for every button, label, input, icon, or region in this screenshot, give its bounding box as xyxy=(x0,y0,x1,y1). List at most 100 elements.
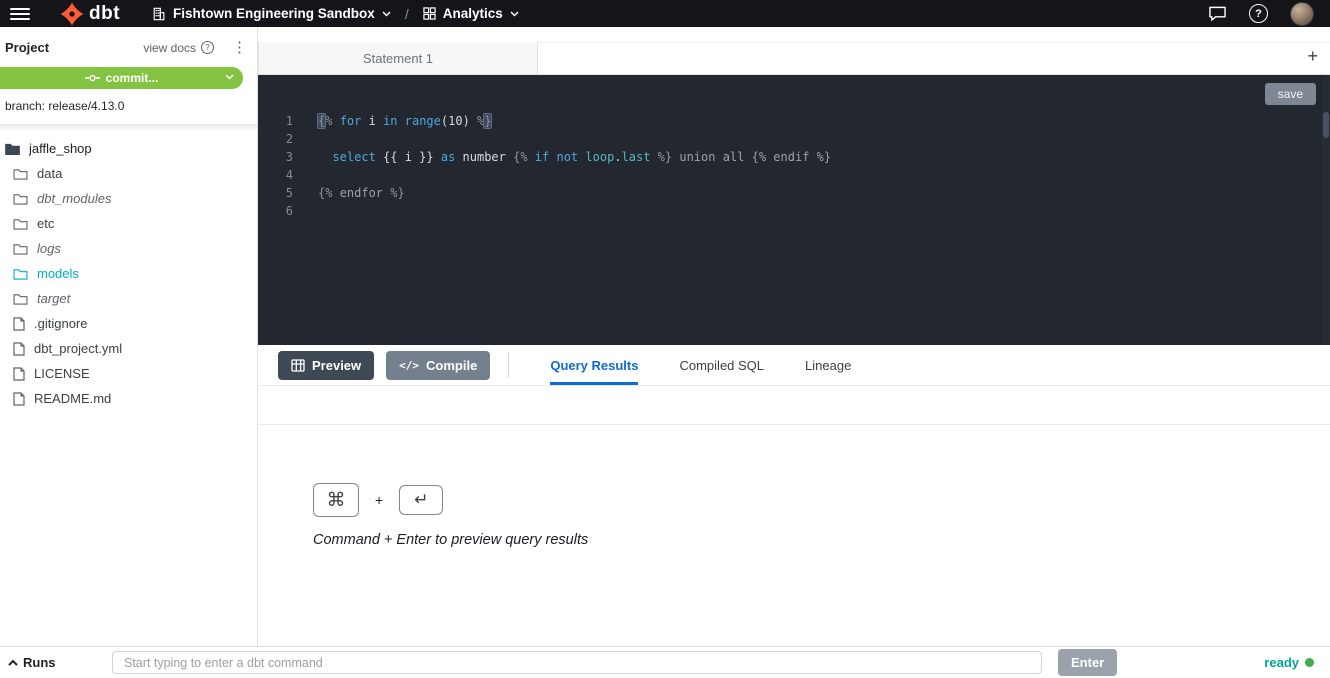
tree-item-data[interactable]: data xyxy=(0,161,257,186)
code-token: . xyxy=(614,150,621,164)
results-toolbar: Preview </> Compile Query Results Compil… xyxy=(258,345,1330,386)
chat-icon[interactable] xyxy=(1208,5,1227,22)
folder-open-icon xyxy=(5,143,20,155)
sidebar-title: Project xyxy=(5,40,49,55)
code-token xyxy=(744,150,751,164)
menu-icon[interactable] xyxy=(10,5,30,23)
avatar[interactable] xyxy=(1290,2,1314,26)
divider xyxy=(508,352,509,378)
code-token: not xyxy=(556,150,578,164)
tree-item-etc[interactable]: etc xyxy=(0,211,257,236)
code-editor[interactable]: save 123456 {% for i in range(10) %} sel… xyxy=(258,75,1330,345)
code-line: select {{ i }} as number {% if not loop.… xyxy=(318,148,831,166)
help-icon[interactable]: ? xyxy=(1249,4,1268,23)
git-commit-icon xyxy=(85,73,100,83)
code-line xyxy=(318,130,831,148)
tree-item-gitignore[interactable]: .gitignore xyxy=(0,311,257,336)
code-line xyxy=(318,166,831,184)
kebab-menu-icon[interactable]: ⋮ xyxy=(232,40,247,55)
tab-statement-1[interactable]: Statement 1 xyxy=(258,42,538,74)
chevron-up-icon xyxy=(8,659,18,666)
code-token: as xyxy=(441,150,455,164)
new-tab-button[interactable]: + xyxy=(1307,47,1318,65)
code-token: %} xyxy=(383,186,405,200)
enter-button[interactable]: Enter xyxy=(1058,649,1117,676)
building-icon xyxy=(152,7,166,21)
tree-item-dbt-project-yml[interactable]: dbt_project.yml xyxy=(0,336,257,361)
file-icon xyxy=(13,317,25,331)
code-token: {{ i }} xyxy=(376,150,441,164)
divider xyxy=(0,124,257,132)
tree-item-jaffle-shop[interactable]: jaffle_shop xyxy=(0,136,257,161)
tab-lineage[interactable]: Lineage xyxy=(805,345,851,385)
tree-item-dbt-modules[interactable]: dbt_modules xyxy=(0,186,257,211)
file-icon xyxy=(13,367,25,381)
commit-button[interactable]: commit... xyxy=(0,67,243,89)
grid-icon xyxy=(423,7,436,20)
code-token: {% xyxy=(318,186,340,200)
project-name: Analytics xyxy=(443,6,503,21)
editor-scrollbar-thumb[interactable] xyxy=(1323,112,1329,138)
folder-icon xyxy=(13,268,28,280)
code-token: i xyxy=(361,114,383,128)
code-token: {% endif %} xyxy=(752,150,831,164)
code-token: union all xyxy=(679,150,744,164)
plus-separator: + xyxy=(375,492,383,508)
line-number: 6 xyxy=(258,202,293,220)
preview-button[interactable]: Preview xyxy=(278,351,374,380)
enter-keycap-icon: ↵ xyxy=(399,485,443,515)
tree-item-target[interactable]: target xyxy=(0,286,257,311)
editor-scrollbar-track[interactable] xyxy=(1322,75,1330,345)
commit-dropdown-chevron-icon[interactable] xyxy=(225,74,234,80)
view-docs-link[interactable]: view docs ? xyxy=(143,41,214,55)
folder-icon xyxy=(13,293,28,305)
code-brackets-icon: </> xyxy=(399,359,419,372)
chevron-down-icon xyxy=(382,11,391,17)
save-button[interactable]: save xyxy=(1265,83,1316,105)
results-content: ⌘ + ↵ Command + Enter to preview query r… xyxy=(258,425,1330,646)
code-line xyxy=(318,202,831,220)
tree-item-models[interactable]: models xyxy=(0,261,257,286)
docs-icon: ? xyxy=(201,41,214,54)
code-token: if xyxy=(535,150,549,164)
tab-query-results[interactable]: Query Results xyxy=(550,345,638,385)
line-number: 2 xyxy=(258,130,293,148)
org-switcher[interactable]: Fishtown Engineering Sandbox xyxy=(152,6,391,21)
runs-toggle[interactable]: Runs xyxy=(8,655,56,670)
command-keycap-icon: ⌘ xyxy=(313,483,359,517)
editor-gutter: 123456 xyxy=(258,112,293,345)
code-lines: {% for i in range(10) %} select {{ i }} … xyxy=(318,112,831,345)
code-token: select xyxy=(332,150,375,164)
dbt-logo[interactable]: dbt xyxy=(60,2,120,26)
folder-icon xyxy=(13,168,28,180)
compile-button[interactable]: </> Compile xyxy=(386,351,490,380)
status-dot-icon xyxy=(1305,658,1314,667)
tab-compiled-sql[interactable]: Compiled SQL xyxy=(679,345,764,385)
code-token: endfor xyxy=(340,186,383,200)
chevron-down-icon xyxy=(510,11,519,17)
tree-item-readme[interactable]: README.md xyxy=(0,386,257,411)
tree-item-license[interactable]: LICENSE xyxy=(0,361,257,386)
file-icon xyxy=(13,392,25,406)
file-icon xyxy=(13,342,25,356)
org-name: Fishtown Engineering Sandbox xyxy=(173,6,375,21)
code-token: for xyxy=(340,114,362,128)
code-token: {% xyxy=(513,150,535,164)
code-token: in xyxy=(383,114,397,128)
code-token: number xyxy=(455,150,513,164)
project-switcher[interactable]: Analytics xyxy=(423,6,519,21)
code-token xyxy=(398,114,405,128)
line-number: 1 xyxy=(258,112,293,130)
dbt-command-input[interactable] xyxy=(112,651,1042,674)
branch-label: branch: release/4.13.0 xyxy=(5,99,257,113)
code-token: %} xyxy=(650,150,672,164)
code-line: {% for i in range(10) %} xyxy=(318,112,831,130)
status-indicator: ready xyxy=(1264,655,1314,670)
code-token: } xyxy=(484,114,491,128)
topbar: dbt Fishtown Engineering Sandbox / Analy… xyxy=(0,0,1330,27)
dbt-wordmark: dbt xyxy=(89,4,120,23)
code-token: last xyxy=(622,150,651,164)
tree-item-logs[interactable]: logs xyxy=(0,236,257,261)
line-number: 5 xyxy=(258,184,293,202)
main-area: Statement 1 + save 123456 {% for i in ra… xyxy=(258,27,1330,646)
